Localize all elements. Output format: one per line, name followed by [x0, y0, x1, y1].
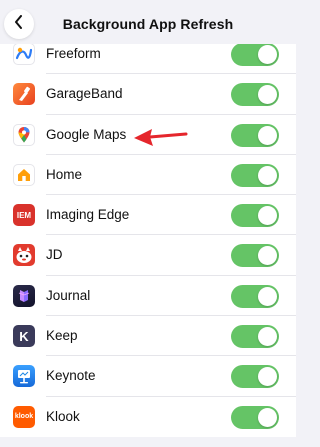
app-name: JD: [46, 247, 63, 263]
toggle-knob: [258, 85, 277, 105]
imaging-edge-icon-label: IEM: [16, 210, 32, 220]
app-name: Keep: [46, 328, 78, 344]
klook-icon-label: klook: [14, 413, 34, 421]
list-item: JD: [0, 235, 296, 276]
background-refresh-toggle[interactable]: [231, 365, 279, 389]
google-maps-icon: [13, 123, 35, 146]
background-refresh-toggle[interactable]: [231, 325, 279, 349]
background-refresh-toggle[interactable]: [231, 204, 279, 228]
app-list: Freeform GarageBand Google Maps Home IEM…: [0, 34, 296, 437]
keynote-icon: [13, 365, 35, 388]
app-name: Imaging Edge: [46, 207, 130, 223]
list-item: Keynote: [0, 356, 296, 397]
garageband-icon: [13, 83, 35, 106]
background-refresh-toggle[interactable]: [231, 244, 279, 268]
page-title: Background App Refresh: [62, 16, 234, 32]
imaging-edge-icon: IEM: [13, 204, 35, 227]
list-item: K Keep: [0, 316, 296, 357]
app-name: Journal: [46, 287, 91, 303]
annotation-arrow: [132, 125, 188, 154]
keep-icon: K: [13, 325, 35, 348]
toggle-knob: [258, 327, 277, 347]
list-item: GarageBand: [0, 74, 296, 115]
app-name: GarageBand: [46, 86, 123, 102]
toggle-knob: [258, 45, 277, 64]
list-item: Home: [0, 155, 296, 196]
background-refresh-toggle[interactable]: [231, 83, 279, 107]
toggle-knob: [258, 286, 277, 306]
keep-icon-label: K: [19, 328, 29, 344]
background-refresh-toggle[interactable]: [231, 43, 279, 66]
settings-screen: Background App Refresh Freeform GarageBa…: [0, 0, 296, 447]
toggle-knob: [258, 125, 277, 145]
toggle-knob: [258, 246, 277, 266]
app-name: Klook: [46, 408, 80, 424]
background-refresh-toggle[interactable]: [231, 405, 279, 429]
list-item: IEM Imaging Edge: [0, 195, 296, 236]
jd-icon: [13, 244, 35, 267]
klook-icon: klook: [13, 405, 35, 428]
list-item: klook Klook: [0, 397, 296, 437]
toggle-knob: [258, 407, 277, 427]
toggle-knob: [258, 165, 277, 185]
navigation-bar: Background App Refresh: [0, 0, 296, 44]
app-name: Freeform: [46, 46, 101, 61]
app-name: Keynote: [46, 368, 96, 384]
background-refresh-toggle[interactable]: [231, 163, 279, 187]
journal-icon: [13, 284, 35, 307]
background-refresh-toggle[interactable]: [231, 123, 279, 147]
toggle-knob: [258, 367, 277, 387]
app-name: Google Maps: [46, 126, 127, 142]
app-name: Home: [46, 166, 83, 182]
list-item: Journal: [0, 276, 296, 317]
toggle-knob: [258, 206, 277, 226]
freeform-icon: [13, 43, 35, 65]
background-refresh-toggle[interactable]: [231, 284, 279, 308]
home-icon: [13, 163, 35, 186]
